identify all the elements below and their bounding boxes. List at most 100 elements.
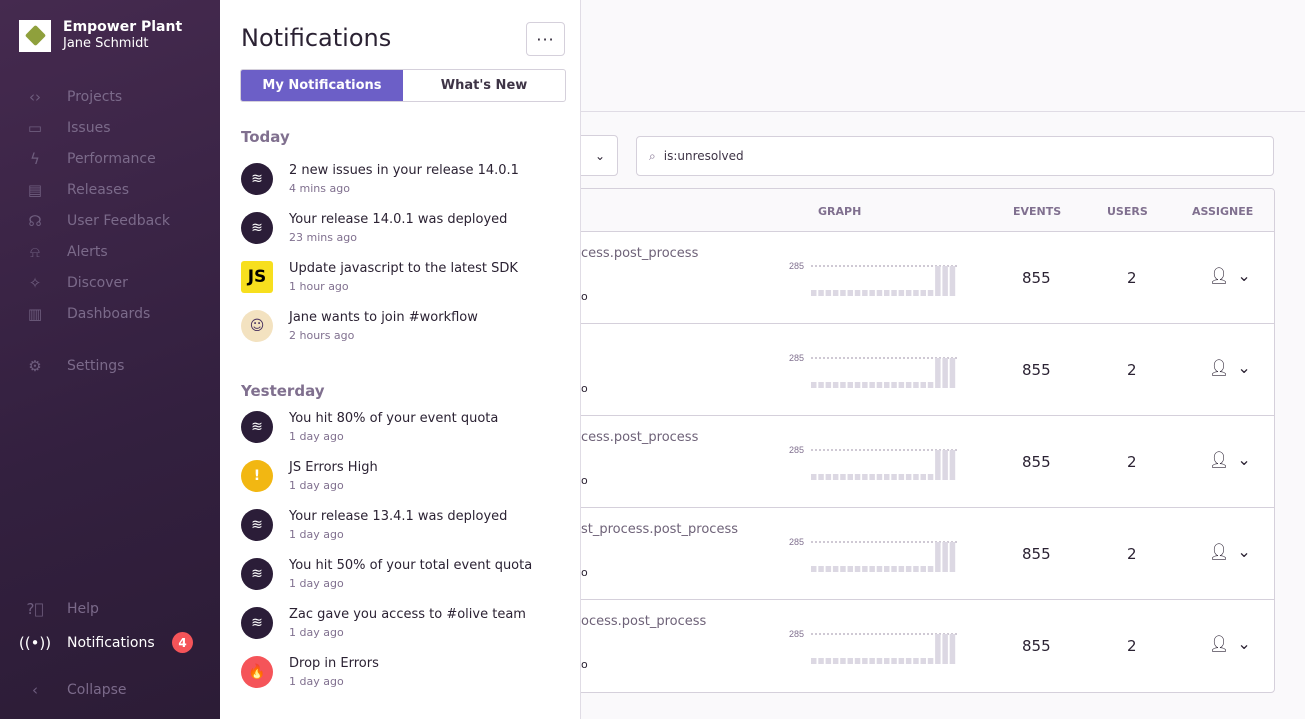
spark-bar	[949, 634, 956, 664]
table-row[interactable]: ocess.post_process o 285 855 2 👤︎ ⌄	[580, 600, 1274, 692]
tab-my-notifications[interactable]: My Notifications	[241, 70, 403, 101]
issue-title[interactable]: cess.post_process	[581, 430, 698, 445]
spark-bar	[927, 566, 934, 572]
sidebar-item-user-feedback[interactable]: ☊ User Feedback	[25, 211, 170, 231]
org-switcher[interactable]: Empower Plant Jane Schmidt	[19, 19, 182, 52]
assignee-selector[interactable]: 👤︎ ⌄	[1209, 358, 1251, 377]
sidebar-item-notifications[interactable]: ((•)) Notifications 4	[19, 632, 193, 653]
notification-item[interactable]: ☺ Jane wants to join #workflow 2 hours ago	[241, 310, 478, 342]
assignee-selector[interactable]: 👤︎ ⌄	[1209, 634, 1251, 653]
spark-bar	[876, 382, 883, 388]
chevron-left-circle-icon: ‹	[32, 681, 38, 699]
notification-item[interactable]: ≋ Your release 13.4.1 was deployed 1 day a…	[241, 509, 507, 541]
spark-bar	[854, 566, 861, 572]
chevron-down-icon: ⌄	[1237, 450, 1251, 469]
notification-item[interactable]: ≋ Your release 14.0.1 was deployed 23 mins…	[241, 212, 507, 244]
notification-item[interactable]: JS Update javascript to the latest SDK 1 h…	[241, 261, 518, 293]
section-yesterday: Yesterday	[241, 382, 325, 400]
org-logo	[19, 19, 51, 52]
sidebar: Empower Plant Jane Schmidt ‹› Projects ▭ Is…	[0, 0, 220, 719]
sidebar-item-alerts[interactable]: ⍾ Alerts	[25, 242, 108, 262]
user-icon: 👤︎	[1209, 266, 1230, 285]
table-row[interactable]: st_process.post_process o 285 855 2 👤︎ ⌄	[580, 508, 1274, 600]
siren-icon: ⍾	[30, 243, 40, 261]
sidebar-item-issues[interactable]: ▭ Issues	[25, 118, 111, 138]
sidebar-item-projects[interactable]: ‹› Projects	[25, 87, 122, 107]
sentry-logo-icon: ≋	[241, 509, 273, 541]
page-header	[580, 0, 1305, 112]
notification-time: 1 day ago	[289, 479, 344, 492]
spark-bar	[949, 450, 956, 480]
chevron-down-icon: ⌄	[594, 148, 605, 163]
sidebar-item-discover[interactable]: ✧ Discover	[25, 273, 128, 293]
spark-bar	[920, 566, 926, 572]
spark-bar	[913, 290, 919, 296]
sidebar-item-label: Releases	[67, 182, 129, 198]
sidebar-item-dashboards[interactable]: ▥ Dashboards	[25, 304, 150, 324]
sidebar-item-label: Discover	[67, 275, 128, 291]
folder-code-icon: ‹›	[29, 88, 41, 106]
notification-item[interactable]: ≋ You hit 80% of your event quota 1 day ag…	[241, 411, 498, 443]
users-count: 2	[1127, 361, 1137, 379]
more-options-button[interactable]: ···	[526, 22, 565, 56]
spark-bar	[935, 266, 941, 296]
notification-item[interactable]: ! JS Errors High 1 day ago	[241, 460, 378, 492]
table-row[interactable]: cess.post_process o 285 855 2 👤︎ ⌄	[580, 416, 1274, 508]
spark-max-label: 285	[789, 445, 804, 455]
spark-bar	[847, 382, 853, 388]
issue-title[interactable]: st_process.post_process	[581, 522, 738, 537]
table-row[interactable]: o 285 855 2 👤︎ ⌄	[580, 324, 1274, 416]
notification-item[interactable]: ≋ Zac gave you access to #olive team 1 day…	[241, 607, 526, 639]
flame-icon: 🔥	[241, 656, 273, 688]
spark-bar	[847, 658, 853, 664]
notification-item[interactable]: ≋ 2 new issues in your release 14.0.1 4 mi…	[241, 163, 519, 195]
sidebar-item-releases[interactable]: ▤ Releases	[25, 180, 129, 200]
issue-title[interactable]: cess.post_process	[581, 246, 698, 261]
sentry-logo-icon: ≋	[241, 163, 273, 195]
search-input[interactable]: ⌕ is:unresolved	[636, 136, 1274, 176]
spark-bar	[927, 658, 934, 664]
user-avatar: ☺	[241, 310, 273, 342]
user-name: Jane Schmidt	[63, 36, 149, 51]
section-today: Today	[241, 128, 290, 146]
sort-dropdown[interactable]: ⌄	[580, 135, 618, 176]
tab-whats-new[interactable]: What's New	[403, 70, 565, 101]
spark-bar	[884, 290, 890, 296]
spark-bar	[876, 566, 883, 572]
issue-subtitle: o	[581, 658, 588, 671]
sidebar-item-settings[interactable]: ⚙ Settings	[25, 356, 124, 376]
assignee-selector[interactable]: 👤︎ ⌄	[1209, 450, 1251, 469]
notification-item[interactable]: 🔥 Drop in Errors 1 day ago	[241, 656, 379, 688]
spark-bar	[891, 474, 897, 480]
spark-bar	[811, 566, 817, 572]
sidebar-item-performance[interactable]: ϟ Performance	[25, 149, 156, 169]
issue-subtitle: o	[581, 382, 588, 395]
spark-bar	[818, 290, 824, 296]
sentry-logo-icon: ≋	[241, 607, 273, 639]
issue-title[interactable]: ocess.post_process	[581, 614, 706, 629]
spark-bar	[869, 566, 875, 572]
sentry-logo-icon: ≋	[241, 558, 273, 590]
collapse-button[interactable]: ‹ Collapse	[25, 680, 127, 700]
notification-tabs: My Notifications What's New	[240, 69, 566, 102]
notification-text: You hit 50% of your total event quota	[289, 558, 533, 573]
spark-bar	[884, 382, 890, 388]
spark-bar	[898, 290, 905, 296]
spark-bar	[811, 474, 817, 480]
inbox-icon: ▭	[27, 119, 43, 137]
assignee-selector[interactable]: 👤︎ ⌄	[1209, 266, 1251, 285]
sidebar-item-label: Settings	[67, 358, 125, 374]
notification-time: 1 day ago	[289, 626, 344, 639]
spark-bar	[825, 474, 832, 480]
spark-bar	[825, 382, 832, 388]
spark-bar	[884, 566, 890, 572]
users-count: 2	[1127, 545, 1137, 563]
assignee-selector[interactable]: 👤︎ ⌄	[1209, 542, 1251, 561]
events-count: 855	[1022, 545, 1051, 563]
sidebar-item-help[interactable]: ?⃝ Help	[25, 599, 99, 619]
table-row[interactable]: cess.post_process o 285 855 2 👤︎ ⌄	[580, 232, 1274, 324]
notifications-panel: Notifications ··· My Notifications What'…	[220, 0, 581, 719]
spark-bar	[942, 358, 948, 388]
notification-item[interactable]: ≋ You hit 50% of your total event quota 1 …	[241, 558, 532, 590]
issues-table: GRAPH EVENTS USERS ASSIGNEE cess.post_pr…	[580, 188, 1275, 693]
